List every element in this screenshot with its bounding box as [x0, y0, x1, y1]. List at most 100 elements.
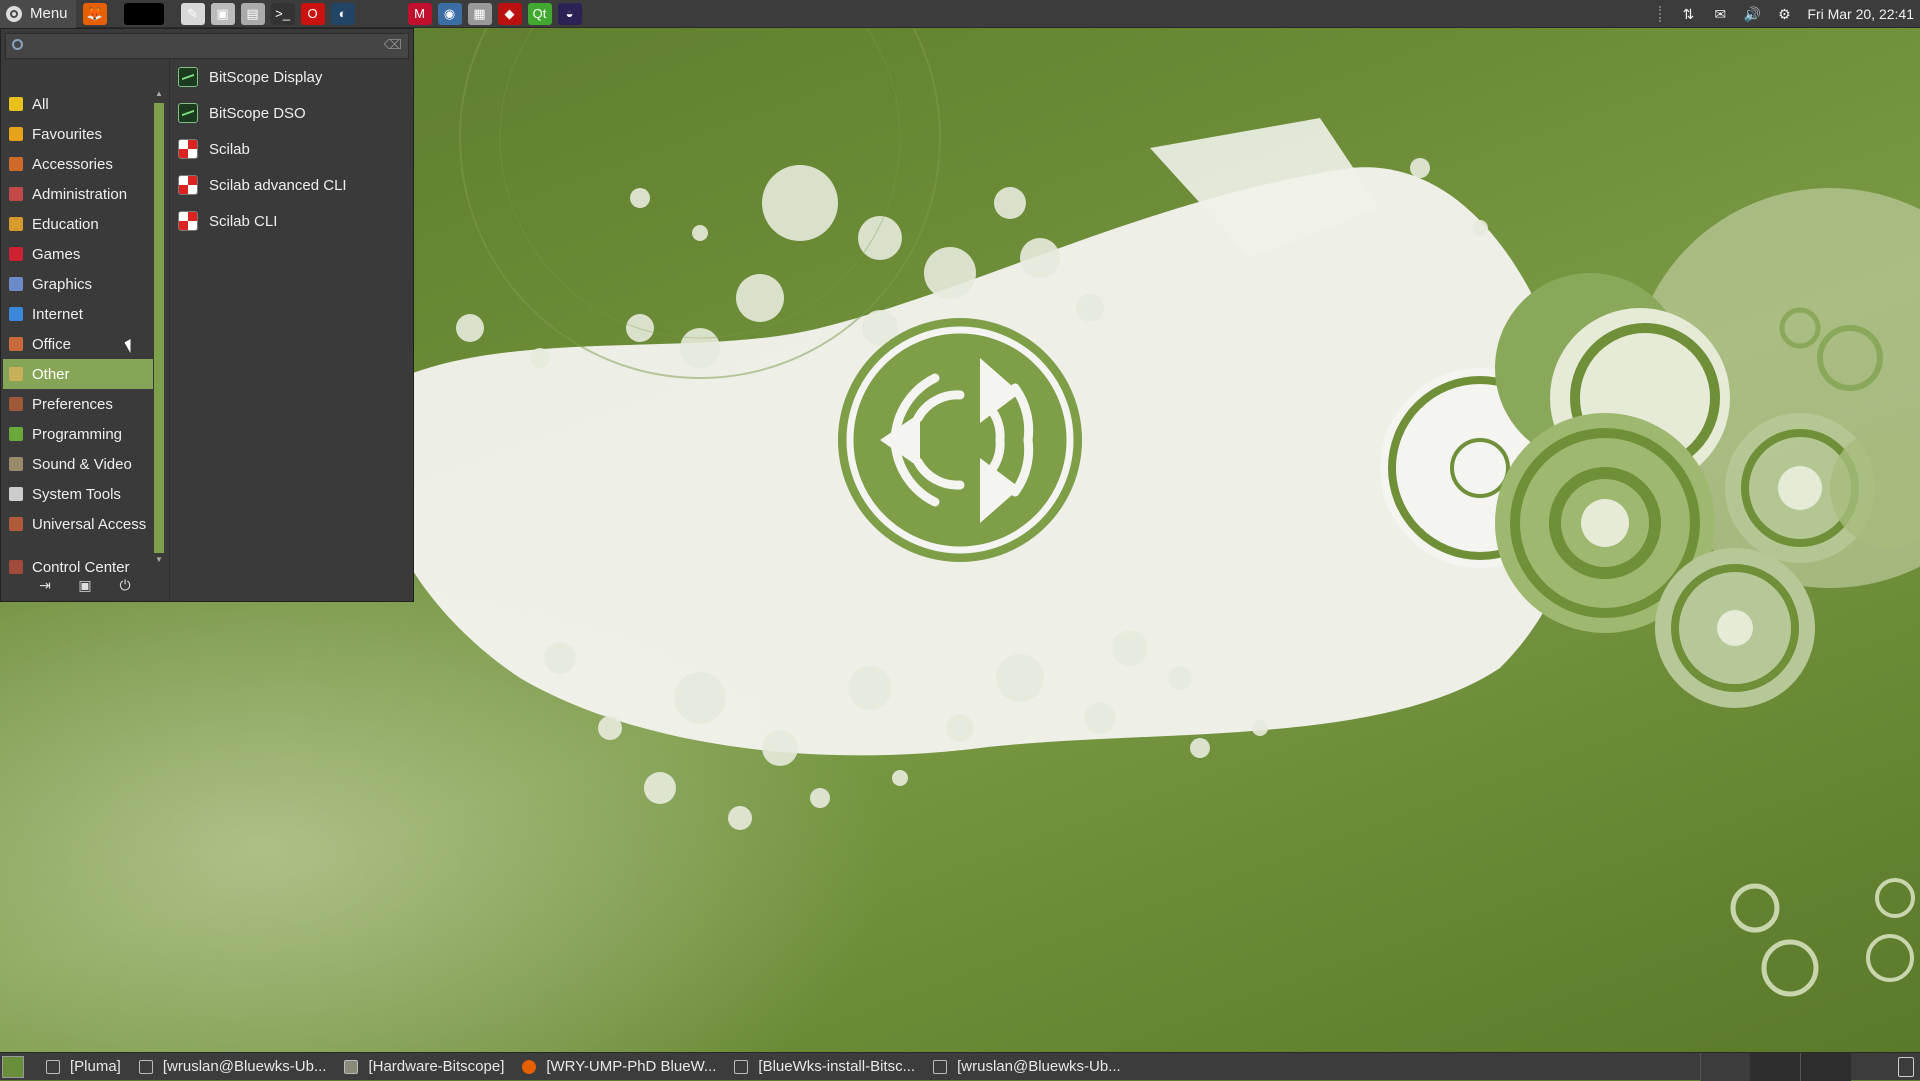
printer-icon[interactable]: ▤	[240, 2, 265, 25]
top-panel: Menu 🦊 ✎ ▣ ▤ >_ O ◐ M ◉ ▦ ◆ Qt ◒ ⇅ ✉ 🔊 ⚙ Fri Mar 20,…	[0, 0, 1920, 28]
category-label: All	[32, 95, 49, 113]
app-item[interactable]: Scilab CLI	[170, 203, 414, 239]
category-all[interactable]: All	[3, 89, 153, 119]
taskbar-button[interactable]: [wruslan@Bluewks-Ub...	[923, 1053, 1129, 1081]
category-administration[interactable]: Administration	[3, 179, 153, 209]
category-label: Programming	[32, 425, 123, 443]
app-item[interactable]: BitScope Display	[170, 59, 414, 95]
category-icon	[9, 247, 23, 261]
taskbar-label: [Pluma]	[70, 1058, 121, 1075]
app-item[interactable]: Scilab advanced CLI	[170, 167, 414, 203]
qt-creator-icon[interactable]: Qt	[527, 2, 552, 25]
shutdown-icon[interactable]: ⏻	[116, 576, 134, 594]
category-icon	[9, 517, 23, 531]
mail-icon[interactable]: ✉	[1711, 5, 1729, 23]
text-editor-icon	[734, 1059, 749, 1074]
window-list: [Pluma] [wruslan@Bluewks-Ub... [Hardware-B…	[36, 1053, 1129, 1081]
lock-screen-icon[interactable]: ▣	[76, 576, 94, 594]
clock[interactable]: Fri Mar 20, 22:41	[1807, 6, 1914, 22]
bottom-panel: [Pluma] [wruslan@Bluewks-Ub... [Hardware-B…	[0, 1052, 1920, 1081]
network-icon[interactable]: ⇅	[1679, 5, 1697, 23]
category-accessories[interactable]: Accessories	[3, 149, 153, 179]
scroll-down-icon[interactable]: ▼	[155, 555, 163, 564]
category-icon	[9, 307, 23, 321]
taskbar-label: [wruslan@Bluewks-Ub...	[957, 1058, 1121, 1075]
app-label: BitScope Display	[209, 68, 323, 86]
workspace-3[interactable]	[1800, 1053, 1851, 1081]
screenshot-icon[interactable]: ▣	[210, 2, 235, 25]
show-desktop-button[interactable]	[2, 1055, 24, 1078]
scilab-icon[interactable]: ◆	[497, 2, 522, 25]
category-label: Graphics	[32, 275, 93, 293]
category-system-tools[interactable]: System Tools	[3, 479, 153, 509]
category-label: Other	[32, 365, 70, 383]
category-graphics[interactable]: Graphics	[3, 269, 153, 299]
category-sound-video[interactable]: Sound & Video	[3, 449, 153, 479]
trash-icon[interactable]	[1898, 1057, 1914, 1077]
taskbar-label: [Hardware-Bitscope]	[368, 1058, 505, 1075]
folder-icon	[344, 1059, 359, 1074]
search-input[interactable]	[30, 36, 384, 58]
workspace-1[interactable]	[1700, 1053, 1751, 1081]
category-label: Office	[32, 335, 71, 353]
category-label: Universal Access	[32, 515, 147, 533]
text-editor-icon[interactable]: ✎	[180, 2, 205, 25]
scilab-icon	[178, 211, 198, 231]
taskbar-button[interactable]: [BlueWks-install-Bitsc...	[724, 1053, 923, 1081]
spreadsheet-icon[interactable]: ▦	[467, 2, 492, 25]
category-games[interactable]: Games	[3, 239, 153, 269]
menu-button-label: Menu	[30, 5, 68, 22]
bitscope-icon[interactable]: ◐	[330, 2, 355, 25]
category-icon	[9, 427, 23, 441]
volume-icon[interactable]: 🔊	[1743, 5, 1761, 23]
category-preferences[interactable]: Preferences	[3, 389, 153, 419]
logout-icon[interactable]: ⇥	[36, 576, 54, 594]
remote-desktop-icon[interactable]: ◉	[437, 2, 462, 25]
settings-icon[interactable]: ⚙	[1775, 5, 1793, 23]
category-icon	[9, 127, 23, 141]
category-programming[interactable]: Programming	[3, 419, 153, 449]
category-favourites[interactable]: Favourites	[3, 119, 153, 149]
taskbar-button[interactable]: [wruslan@Bluewks-Ub...	[129, 1053, 335, 1081]
taskbar-button[interactable]: [Pluma]	[36, 1053, 129, 1081]
eclipse-icon[interactable]: ◒	[557, 2, 582, 25]
category-icon	[9, 367, 23, 381]
firefox-icon	[522, 1059, 537, 1074]
app-item[interactable]: BitScope DSO	[170, 95, 414, 131]
workspace-2[interactable]	[1750, 1053, 1800, 1081]
firefox-icon[interactable]: 🦊	[82, 2, 107, 25]
category-scrollbar[interactable]: ▲ ▼	[153, 89, 165, 567]
opera-icon[interactable]: O	[300, 2, 325, 25]
category-icon	[9, 397, 23, 411]
search-icon	[12, 39, 23, 50]
category-icon	[9, 187, 23, 201]
category-label: Favourites	[32, 125, 103, 143]
search-bar[interactable]: ⌫	[5, 33, 409, 59]
category-other[interactable]: Other	[3, 359, 153, 389]
app-label: Scilab advanced CLI	[209, 176, 347, 194]
application-list: BitScope Display BitScope DSO Scilab Scilab…	[169, 59, 414, 601]
category-icon	[9, 157, 23, 171]
category-education[interactable]: Education	[3, 209, 153, 239]
scilab-icon	[178, 175, 198, 195]
category-list: All Favourites Accessories Administration Ed…	[3, 89, 153, 539]
taskbar-label: [BlueWks-install-Bitsc...	[758, 1058, 916, 1075]
scroll-up-icon[interactable]: ▲	[155, 89, 163, 98]
mendeley-icon[interactable]: M	[407, 2, 432, 25]
menu-button[interactable]: Menu	[0, 0, 76, 28]
bitscope-icon	[178, 67, 198, 87]
terminal-black-icon[interactable]	[123, 2, 164, 25]
scrollbar-thumb[interactable]	[154, 103, 164, 553]
category-internet[interactable]: Internet	[3, 299, 153, 329]
category-icon	[9, 217, 23, 231]
category-universal-access[interactable]: Universal Access	[3, 509, 153, 539]
taskbar-button[interactable]: [WRY-UMP-PhD BlueW...	[512, 1053, 724, 1081]
category-label: System Tools	[32, 485, 121, 503]
taskbar-button[interactable]: [Hardware-Bitscope]	[334, 1053, 512, 1081]
bitscope-icon	[178, 103, 198, 123]
category-icon	[9, 337, 23, 351]
app-item[interactable]: Scilab	[170, 131, 414, 167]
clear-search-icon[interactable]: ⌫	[384, 37, 402, 53]
terminal-icon[interactable]: >_	[270, 2, 295, 25]
category-label: Administration	[32, 185, 128, 203]
